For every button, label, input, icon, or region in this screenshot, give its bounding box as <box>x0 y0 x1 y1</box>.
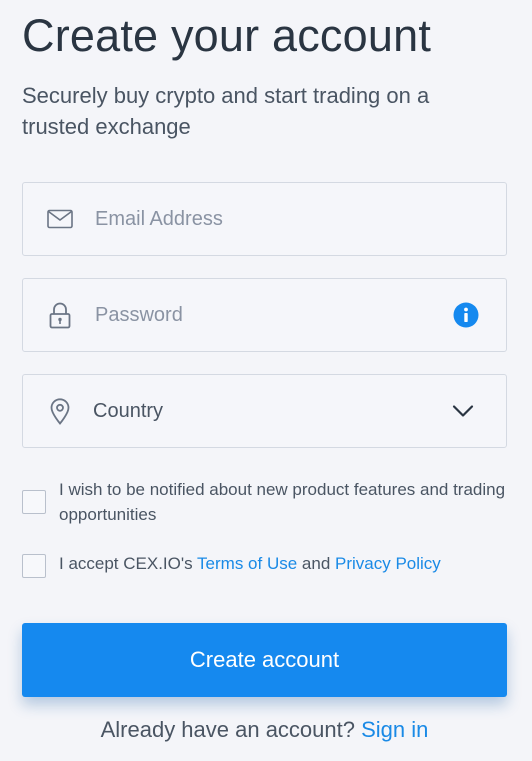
info-icon[interactable] <box>453 302 479 328</box>
signup-page: Create your account Securely buy crypto … <box>0 0 532 761</box>
lock-icon <box>46 301 74 329</box>
country-select-value: Country <box>93 399 164 422</box>
terms-middle-text: and <box>297 554 335 573</box>
create-account-button[interactable]: Create account <box>22 623 507 697</box>
terms-prefix-text: I accept CEX.IO's <box>59 554 198 573</box>
terms-checkbox-label: I accept CEX.IO's Terms of Use and Priva… <box>59 551 441 576</box>
envelope-icon <box>46 205 74 233</box>
sign-in-prompt-text: Already have an account? <box>100 717 362 742</box>
notify-checkbox-label: I wish to be notified about new product … <box>59 480 506 524</box>
page-subtitle: Securely buy crypto and start trading on… <box>22 83 430 139</box>
terms-checkbox-row: I accept CEX.IO's Terms of Use and Priva… <box>22 551 507 578</box>
password-input[interactable] <box>93 294 453 336</box>
chevron-down-icon[interactable] <box>450 398 476 424</box>
terms-of-use-link[interactable]: Terms of Use <box>197 554 297 573</box>
sign-in-link[interactable]: Sign in <box>361 717 428 742</box>
notify-checkbox[interactable] <box>22 490 46 514</box>
location-pin-icon <box>46 397 74 425</box>
notify-checkbox-row: I wish to be notified about new product … <box>22 477 507 527</box>
privacy-policy-link[interactable]: Privacy Policy <box>335 554 441 573</box>
sign-in-prompt: Already have an account? Sign in <box>22 717 507 743</box>
country-select[interactable]: Country <box>22 374 507 448</box>
terms-checkbox[interactable] <box>22 554 46 578</box>
page-title: Create your account <box>22 10 432 61</box>
email-input[interactable] <box>93 198 506 240</box>
password-field[interactable] <box>22 278 507 352</box>
email-field[interactable] <box>22 182 507 256</box>
